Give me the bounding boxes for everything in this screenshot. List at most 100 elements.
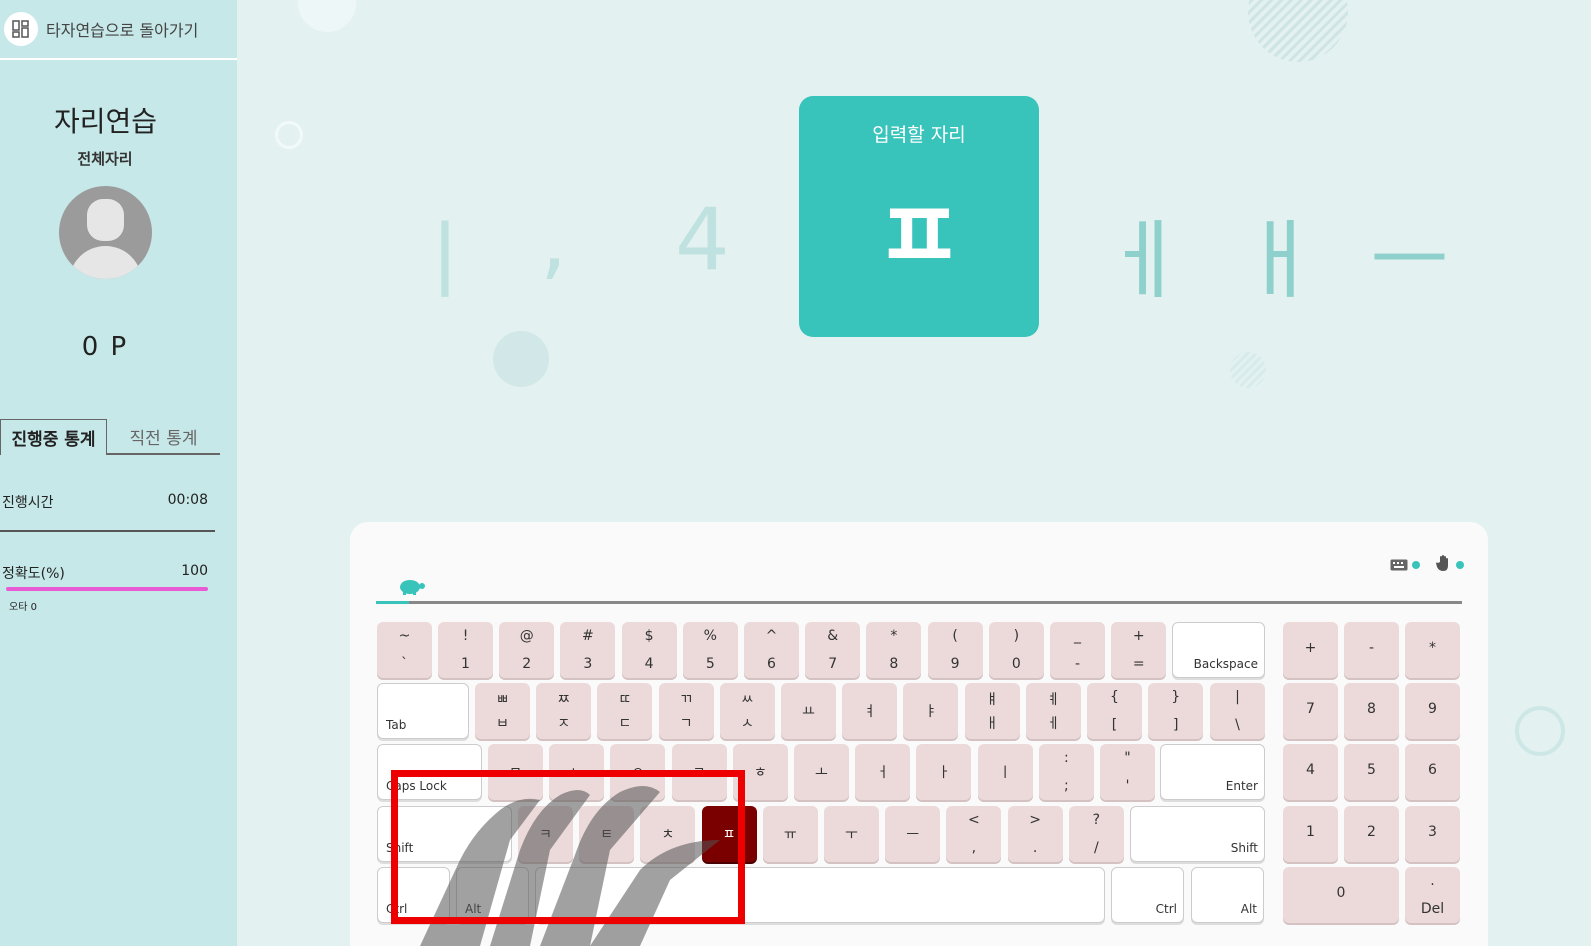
key-label: ㅁ xyxy=(509,765,522,781)
key-label: Alt xyxy=(1240,902,1257,916)
caps-lock-key[interactable]: Caps Lock xyxy=(377,744,482,800)
numpad-key[interactable]: + xyxy=(1283,622,1338,678)
key-ㅍ[interactable]: ㅍ xyxy=(701,806,757,862)
key-,[interactable]: <, xyxy=(946,806,1002,862)
left-alt-key[interactable]: Alt xyxy=(456,867,529,923)
key-=[interactable]: + = xyxy=(1111,622,1167,678)
key-ㅊ[interactable]: ㅊ xyxy=(640,806,696,862)
next-char: ㅐ xyxy=(1240,211,1320,311)
numpad-key[interactable]: 6 xyxy=(1405,744,1460,800)
key-label: Caps Lock xyxy=(386,779,447,793)
numpad-key[interactable]: 4 xyxy=(1283,744,1338,800)
key-2[interactable]: @2 xyxy=(499,622,555,678)
numpad-key-del[interactable]: . Del xyxy=(1405,867,1460,923)
key-ㅂ[interactable]: ㅃㅂ xyxy=(475,683,530,739)
next-char: ㅡ xyxy=(1370,211,1450,311)
key-shift-label: } xyxy=(1171,689,1181,705)
key-label: - xyxy=(1074,656,1081,672)
left-shift-key[interactable]: Shift xyxy=(377,806,512,862)
key-3[interactable]: #3 xyxy=(560,622,616,678)
numpad-key[interactable]: * xyxy=(1405,622,1460,678)
key-ㅌ[interactable]: ㅌ xyxy=(579,806,635,862)
key-label: * xyxy=(1429,640,1436,656)
enter-key[interactable]: Enter xyxy=(1160,744,1265,800)
key-ㄴ[interactable]: ㄴ xyxy=(549,744,605,800)
right-shift-key[interactable]: Shift xyxy=(1130,806,1265,862)
key-/[interactable]: ? / xyxy=(1068,806,1124,862)
key-ㅡ[interactable]: ㅡ xyxy=(885,806,941,862)
key-0[interactable]: ) 0 xyxy=(988,622,1044,678)
key-'[interactable]: " ' xyxy=(1100,744,1155,800)
right-alt-key[interactable]: Alt xyxy=(1191,867,1264,923)
key-backtick[interactable]: ~ ` xyxy=(377,622,432,678)
key-label: ㄱ xyxy=(679,716,693,732)
key-label: 7 xyxy=(828,656,838,672)
key-5[interactable]: % 5 xyxy=(682,622,738,678)
space-key[interactable] xyxy=(535,867,1105,923)
key-label: ㅌ xyxy=(600,827,614,843)
key-label: + xyxy=(1304,640,1317,656)
key-;[interactable]: :; xyxy=(1038,744,1094,800)
right-ctrl-key[interactable]: Ctrl xyxy=(1111,867,1184,923)
numpad-key[interactable]: 5 xyxy=(1344,744,1399,800)
numpad-key[interactable]: 2 xyxy=(1344,806,1399,862)
deco-circle xyxy=(275,121,303,149)
key-7[interactable]: & 7 xyxy=(805,622,861,678)
key-6[interactable]: ^ 6 xyxy=(744,622,799,678)
numpad-key[interactable]: 9 xyxy=(1405,683,1460,739)
key-4[interactable]: $4 xyxy=(621,622,677,678)
left-ctrl-key[interactable]: Ctrl xyxy=(377,867,450,923)
numpad-key[interactable]: 7 xyxy=(1283,683,1338,739)
key-ㄱ[interactable]: ㄲㄱ xyxy=(658,683,714,739)
backspace-key[interactable]: Backspace xyxy=(1172,622,1265,678)
key-ㅕ[interactable]: ㅕ xyxy=(842,683,898,739)
key-ㅎ[interactable]: ㅎ xyxy=(732,744,788,800)
key-ㅔ[interactable]: ㅖㅔ xyxy=(1025,683,1081,739)
key-ㅛ[interactable]: ㅛ xyxy=(781,683,836,739)
key-ㅏ[interactable]: ㅏ xyxy=(916,744,972,800)
key-ㅗ[interactable]: ㅗ xyxy=(794,744,849,800)
elapsed-time-value: 00:08 xyxy=(167,492,208,508)
page-title-text: 자리연습 xyxy=(53,105,158,138)
key-][interactable]: }] xyxy=(1148,683,1204,739)
key-.[interactable]: >. xyxy=(1007,806,1063,862)
key-shift-label: ( xyxy=(952,628,958,644)
key-1[interactable]: ! 1 xyxy=(438,622,493,678)
key-ㅠ[interactable]: ㅠ xyxy=(762,806,818,862)
key-label: ㅓ xyxy=(876,765,890,781)
hand-toggle[interactable] xyxy=(1436,554,1464,576)
key-8[interactable]: * 8 xyxy=(866,622,922,678)
key-ㅑ[interactable]: ㅑ xyxy=(903,683,959,739)
key--[interactable]: _ - xyxy=(1050,622,1105,678)
numpad-key[interactable]: 8 xyxy=(1344,683,1399,739)
numpad-key[interactable]: 1 xyxy=(1283,806,1338,862)
keyboard-toggle[interactable] xyxy=(1390,556,1420,575)
numpad-key[interactable]: - xyxy=(1344,622,1399,678)
key-label: Alt xyxy=(465,902,482,916)
key-ㄹ[interactable]: ㄹ xyxy=(671,744,727,800)
key-label: 2 xyxy=(522,656,532,672)
tab-previous-stats[interactable]: 직전 통계 xyxy=(107,419,220,455)
key-label: ㅠ xyxy=(783,827,797,843)
key-backslash[interactable]: | \ xyxy=(1210,683,1265,739)
key-ㅁ[interactable]: ㅁ xyxy=(488,744,543,800)
back-to-typing-button[interactable]: 타자연습으로 돌아가기 xyxy=(0,0,237,60)
key-ㅓ[interactable]: ㅓ xyxy=(855,744,911,800)
key-ㅜ[interactable]: ㅜ xyxy=(824,806,879,862)
numpad-key-0[interactable]: 0 xyxy=(1283,867,1399,923)
page-title: 자리연습 xyxy=(18,100,193,146)
key-label: Backspace xyxy=(1193,657,1258,671)
key-ㅋ[interactable]: ㅋ xyxy=(518,806,573,862)
key-ㅈ[interactable]: ㅉㅈ xyxy=(536,683,592,739)
key-9[interactable]: (9 xyxy=(927,622,983,678)
numpad-key[interactable]: 3 xyxy=(1405,806,1460,862)
key-ㅅ[interactable]: ㅆㅅ xyxy=(719,683,775,739)
key-ㅇ[interactable]: ㅇ xyxy=(610,744,666,800)
tab-key[interactable]: Tab xyxy=(377,683,469,739)
tab-current-stats[interactable]: 진행중 통계 xyxy=(0,419,107,455)
key-shift-label: < xyxy=(968,812,980,828)
key-ㄷ[interactable]: ㄸㄷ xyxy=(597,683,653,739)
key-ㅣ[interactable]: ㅣ xyxy=(977,744,1033,800)
key-ㅐ[interactable]: ㅒㅐ xyxy=(964,683,1020,739)
key-[[interactable]: {[ xyxy=(1087,683,1142,739)
